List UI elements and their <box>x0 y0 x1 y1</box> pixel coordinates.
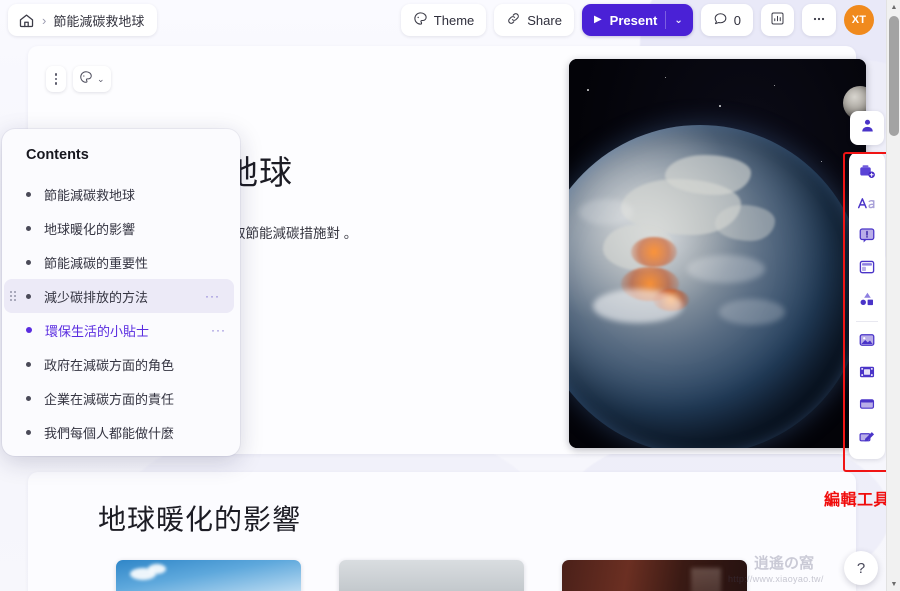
draw-edit-tool-button[interactable] <box>852 423 882 453</box>
bullet-icon <box>26 293 31 299</box>
toc-item-6[interactable]: 企業在減碳方面的責任 <box>2 381 240 415</box>
palette-icon <box>413 11 428 29</box>
comment-icon <box>713 11 728 29</box>
toc-item-1[interactable]: 地球暖化的影響 <box>2 211 240 245</box>
toc-item-more-button[interactable]: ··· <box>205 290 220 302</box>
bullet-icon <box>26 361 31 367</box>
more-options-button[interactable] <box>802 4 836 36</box>
annotation-label: 編輯工具 <box>823 492 890 509</box>
theme-button[interactable]: Theme <box>400 4 487 36</box>
bullet-icon <box>26 259 31 265</box>
thumbnail-image[interactable] <box>562 560 747 591</box>
shapes-icon <box>858 290 876 313</box>
earth-image[interactable] <box>569 59 866 448</box>
section-title[interactable]: 地球暖化的影響 <box>98 498 301 538</box>
scroll-down-arrow-icon[interactable]: ▼ <box>887 577 900 591</box>
image-icon <box>858 331 876 354</box>
text-aa-icon <box>857 194 877 217</box>
video-tool-button[interactable] <box>852 359 882 389</box>
toc-item-label: 政府在減碳方面的角色 <box>44 357 175 373</box>
share-button[interactable]: Share <box>494 4 574 36</box>
breadcrumb[interactable]: › 節能減碳救地球 <box>8 4 158 36</box>
page-scrollbar[interactable]: ▲ ▼ <box>886 0 900 591</box>
toc-item-3[interactable]: 減少碳排放的方法 ··· <box>4 279 234 313</box>
rail-divider <box>856 321 878 322</box>
avatar[interactable]: XT <box>844 5 874 35</box>
toc-item-5[interactable]: 政府在減碳方面的角色 <box>2 347 240 381</box>
bullet-icon <box>26 327 32 333</box>
comment-count: 0 <box>733 12 741 28</box>
contents-panel[interactable]: Contents 節能減碳救地球 地球暖化的影響 節能減碳的重要性 減少碳排放的… <box>2 129 240 456</box>
block-theme-button[interactable]: ⌄ <box>73 66 111 92</box>
editing-tools-rail <box>849 152 885 459</box>
analytics-button[interactable] <box>761 4 794 36</box>
chevron-down-icon[interactable]: ⌄ <box>97 74 105 85</box>
help-button[interactable]: ? <box>844 551 878 585</box>
slide-card-section-2[interactable]: 地球暖化的影響 <box>28 472 856 591</box>
app-root: › 節能減碳救地球 Theme Share ▶ Present ⌄ 0 XT ⌄… <box>0 0 900 591</box>
breadcrumb-title[interactable]: 節能減碳救地球 <box>53 11 144 30</box>
person-icon <box>859 117 876 139</box>
drag-handle-icon[interactable] <box>10 291 16 301</box>
theme-label: Theme <box>433 12 475 28</box>
thumbnail-image[interactable] <box>339 560 524 591</box>
text-tool-button[interactable] <box>852 190 882 220</box>
slide-block-toolbar: ⌄ <box>46 66 111 92</box>
video-icon <box>858 363 876 386</box>
ellipsis-icon <box>811 11 827 30</box>
embed-card-icon <box>858 395 876 418</box>
media-add-icon-button[interactable] <box>852 158 882 188</box>
scroll-up-arrow-icon[interactable]: ▲ <box>887 0 900 14</box>
scrollbar-thumb[interactable] <box>889 16 899 136</box>
toc-item-2[interactable]: 節能減碳的重要性 <box>2 245 240 279</box>
toc-item-label: 節能減碳的重要性 <box>44 255 149 271</box>
chevron-down-icon[interactable]: ⌄ <box>674 15 682 26</box>
section-thumbnails <box>116 560 747 591</box>
bullet-icon <box>26 429 31 435</box>
shapes-tool-button[interactable] <box>852 286 882 316</box>
vertical-dots-icon <box>54 73 58 85</box>
embed-card-tool-button[interactable] <box>852 391 882 421</box>
media-add-icon <box>858 162 876 185</box>
home-icon[interactable] <box>18 12 35 29</box>
toc-item-4[interactable]: 環保生活的小貼士 ··· <box>2 313 240 347</box>
play-icon: ▶ <box>593 14 602 25</box>
present-button[interactable]: ▶ Present ⌄ <box>581 4 693 36</box>
contents-heading: Contents <box>26 147 89 163</box>
layout-tool-button[interactable] <box>852 254 882 284</box>
link-icon <box>506 11 521 29</box>
toc-item-0[interactable]: 節能減碳救地球 <box>2 177 240 211</box>
bullet-icon <box>26 225 31 231</box>
comments-button[interactable]: 0 <box>700 4 753 36</box>
person-button[interactable] <box>850 111 884 145</box>
toc-item-label: 節能減碳救地球 <box>44 187 136 203</box>
top-bar: › 節能減碳救地球 Theme Share ▶ Present ⌄ 0 XT <box>0 0 888 42</box>
bullet-icon <box>26 395 31 401</box>
toc-item-label: 環保生活的小貼士 <box>45 323 150 339</box>
bullet-icon <box>26 191 31 197</box>
draw-edit-icon <box>858 427 876 450</box>
block-menu-button[interactable] <box>46 66 66 92</box>
callout-icon <box>858 226 876 249</box>
toc-item-label: 地球暖化的影響 <box>44 221 136 237</box>
chart-bar-icon <box>770 11 785 29</box>
layout-icon <box>858 258 876 281</box>
toc-item-more-button[interactable]: ··· <box>211 324 226 336</box>
toc-item-label: 企業在減碳方面的責任 <box>44 391 175 407</box>
share-label: Share <box>527 12 562 28</box>
top-bar-actions: Theme Share ▶ Present ⌄ 0 XT <box>400 4 874 36</box>
thumbnail-shape <box>691 568 721 591</box>
present-divider <box>665 11 667 29</box>
callout-tool-button[interactable] <box>852 222 882 252</box>
toc-item-label: 我們每個人都能做什麼 <box>44 425 175 441</box>
present-label: Present <box>609 12 658 28</box>
breadcrumb-separator: › <box>42 12 47 28</box>
toc-item-7[interactable]: 我們每個人都能做什麼 <box>2 415 240 449</box>
thumbnail-image[interactable] <box>116 560 301 591</box>
toc-item-label: 減少碳排放的方法 <box>44 289 149 305</box>
palette-icon <box>79 70 93 89</box>
image-tool-button[interactable] <box>852 327 882 357</box>
